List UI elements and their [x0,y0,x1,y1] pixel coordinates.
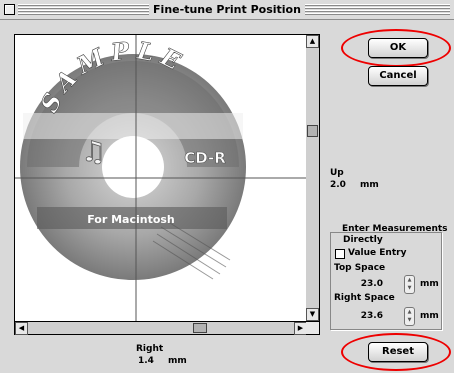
right-space-stepper[interactable]: ▲ ▼ [404,307,415,326]
measurements-heading-line2: Directly [343,235,383,245]
top-space-unit: mm [420,279,439,289]
right-space-label: Right Space [334,293,395,303]
right-label: Right [136,344,164,354]
scroll-up-arrow-icon[interactable]: ▲ [306,35,319,48]
for-macintosh-label: For Macintosh [87,213,175,226]
window-title: Fine-tune Print Position [0,3,454,16]
ok-highlight-ring [341,29,451,67]
disc-preview: SAMPLE ♫ CD-R For Macintosh [15,35,307,321]
up-value: 2.0 [330,180,346,190]
value-entry-label[interactable]: Value Entry [348,248,406,258]
vertical-scrollbar[interactable]: ▲ ▼ [306,34,320,322]
title-bar: Fine-tune Print Position [0,0,454,20]
right-unit: mm [168,356,187,366]
scroll-corner [306,321,320,335]
right-value: 1.4 [138,356,154,366]
print-preview[interactable]: SAMPLE ♫ CD-R For Macintosh [14,34,308,322]
value-entry-checkbox[interactable] [335,249,345,259]
up-label: Up [330,168,344,178]
measurements-group: Directly Value Entry Top Space 23.0 ▲ ▼ m… [330,232,442,330]
right-space-value[interactable]: 23.6 [359,311,383,321]
vertical-scroll-thumb[interactable] [307,125,318,137]
disc-center-hole [102,136,164,198]
cd-r-label: CD-R [184,149,226,167]
scroll-left-arrow-icon[interactable]: ◀ [15,322,28,335]
disc-light-band [23,113,243,139]
top-space-stepper[interactable]: ▲ ▼ [404,275,415,294]
up-unit: mm [360,180,379,190]
top-space-label: Top Space [334,263,386,273]
reset-highlight-ring [341,333,451,371]
cancel-button[interactable]: Cancel [368,66,428,86]
horizontal-scroll-thumb[interactable] [193,323,207,333]
top-space-value[interactable]: 23.0 [359,279,383,289]
right-space-unit: mm [420,311,439,321]
horizontal-scrollbar[interactable]: ◀ ▶ [14,321,308,335]
scroll-down-arrow-icon[interactable]: ▼ [306,308,319,321]
